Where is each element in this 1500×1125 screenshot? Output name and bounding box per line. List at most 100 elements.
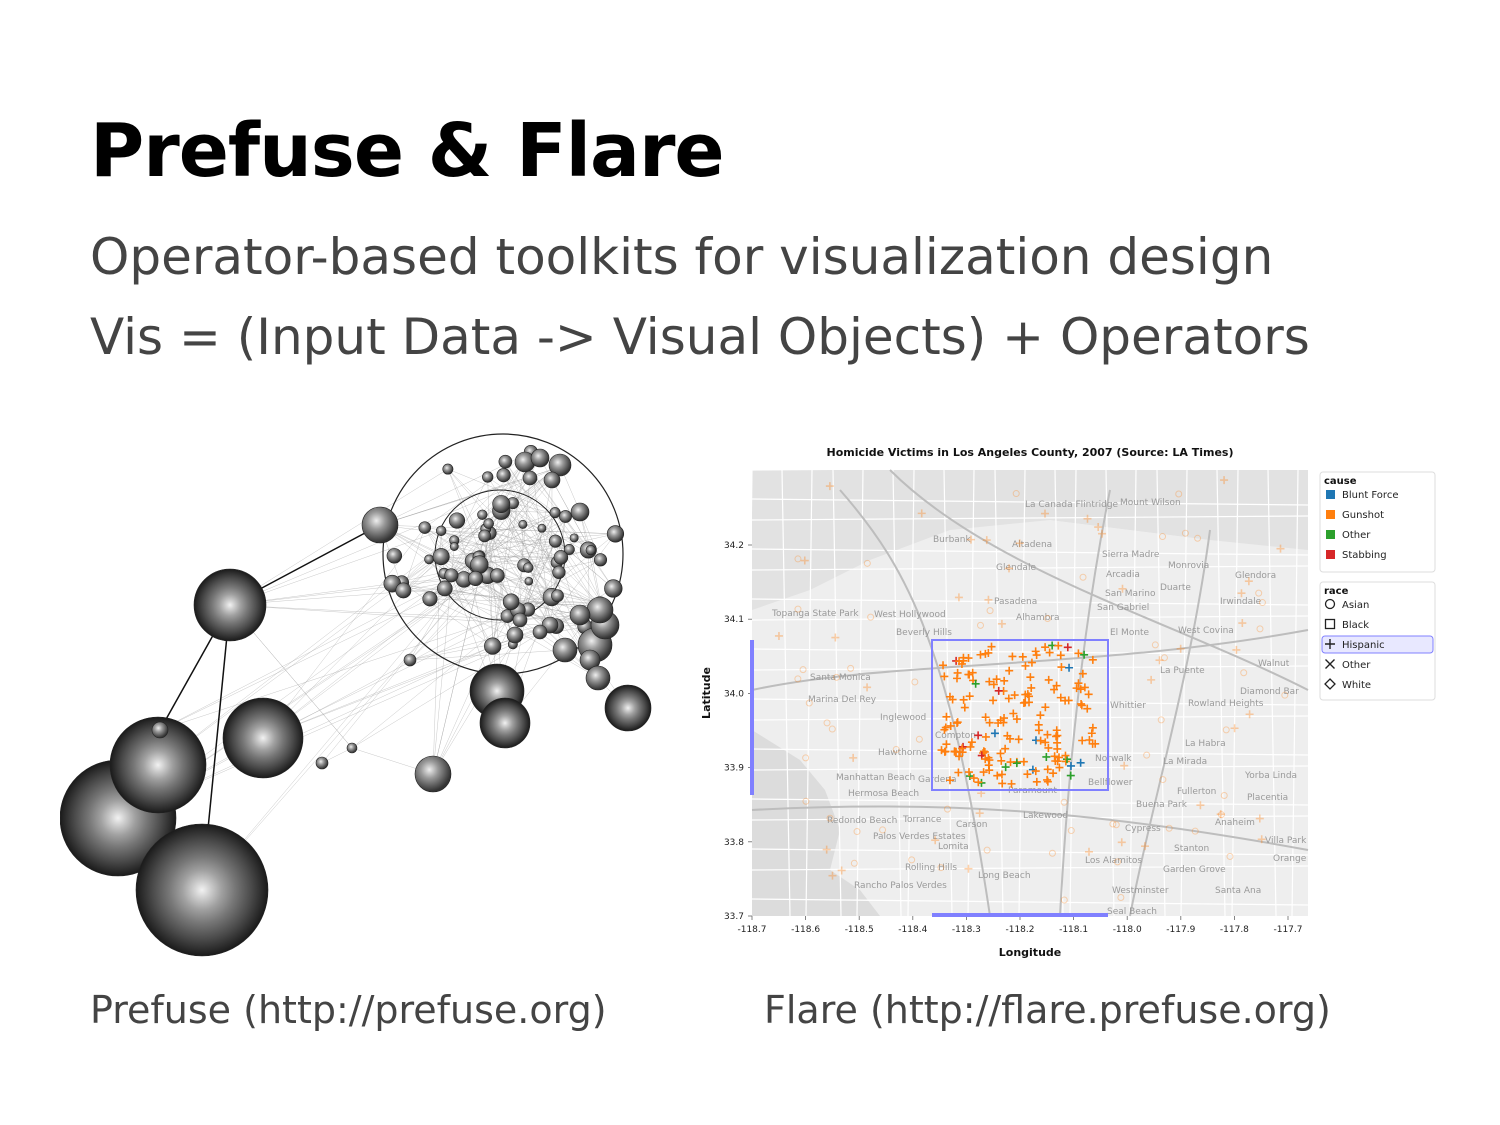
graph-node: [586, 596, 614, 624]
map-place-label: Los Alamitos: [1085, 856, 1142, 866]
map-place-label: Yorba Linda: [1244, 771, 1297, 781]
caption-flare: Flare (http://flare.prefuse.org): [764, 988, 1331, 1032]
map-place-label: Anaheim: [1215, 818, 1255, 828]
map-place-label: Garden Grove: [1163, 865, 1226, 875]
graph-node: [346, 742, 358, 754]
map-place-label: Santa Ana: [1215, 886, 1261, 896]
graph-node: [135, 823, 269, 957]
legend-swatch: [1326, 510, 1335, 519]
x-tick-label: -118.2: [1005, 925, 1034, 935]
graph-node: [518, 519, 528, 529]
x-tick-label: -118.7: [737, 925, 766, 935]
graph-node: [490, 568, 505, 583]
map-place-label: Villa Park: [1265, 836, 1307, 846]
subtitle-line-1: Operator-based toolkits for visualizatio…: [90, 228, 1274, 286]
map-place-label: Beverly Hills: [896, 628, 952, 638]
graph-node: [422, 591, 438, 607]
y-tick-label: 34.2: [724, 541, 744, 551]
y-axis-label: Latitude: [700, 667, 713, 719]
graph-node: [315, 756, 329, 770]
graph-node: [569, 604, 591, 626]
graph-node: [477, 509, 488, 520]
legend-race-title: race: [1324, 586, 1349, 597]
graph-node: [552, 565, 566, 579]
graph-node: [470, 555, 489, 574]
graph-node: [193, 568, 267, 642]
graph-node: [386, 548, 403, 564]
map-place-label: Alhambra: [1016, 613, 1060, 623]
graph-node: [553, 550, 569, 565]
map-place-label: Bellflower: [1088, 778, 1133, 788]
map-place-label: Cypress: [1125, 824, 1161, 834]
map-place-label: Monrovia: [1168, 561, 1209, 571]
graph-node: [482, 471, 494, 483]
graph-node: [222, 697, 304, 779]
legend-cause: cause Blunt Force Gunshot Other Stabbing: [1319, 471, 1436, 573]
graph-node: [424, 554, 434, 565]
graph-nodes: [59, 444, 652, 957]
legend-swatch: [1326, 550, 1335, 559]
prefuse-graph-figure: [59, 420, 660, 960]
subtitle-line-2: Vis = (Input Data -> Visual Objects) + O…: [90, 308, 1310, 366]
slide: Prefuse & Flare Operator-based toolkits …: [0, 0, 1500, 1125]
map-place-label: La Mirada: [1163, 757, 1207, 767]
graph-edge: [229, 468, 449, 606]
y-tick-label: 33.8: [724, 838, 744, 848]
y-tick-label: 34.0: [724, 689, 744, 699]
graph-node: [585, 665, 611, 691]
legend-race-label: Hispanic: [1342, 640, 1385, 651]
map-place-label: La Canada Flintridge: [1025, 500, 1119, 510]
map-place-label: Manhattan Beach: [836, 773, 915, 783]
x-tick-label: -118.0: [1113, 925, 1142, 935]
graph-node: [548, 534, 562, 548]
legend-race-label: Asian: [1342, 600, 1369, 611]
graph-node: [492, 495, 511, 513]
graph-node: [604, 579, 623, 598]
prefuse-graph-image: [59, 433, 652, 957]
legend-race: race Asian Black Hispanic Other White: [1319, 581, 1436, 701]
map-place-label: Buena Park: [1136, 800, 1188, 810]
graph-node: [570, 502, 590, 522]
x-range-slider[interactable]: [932, 913, 1108, 917]
map-place-label: Diamond Bar: [1240, 687, 1299, 697]
graph-node: [522, 470, 538, 486]
map-place-label: Rolling Hills: [905, 863, 957, 873]
y-tick-label: 34.1: [724, 615, 744, 625]
flare-scatter-chart: Homicide Victims in Los Angeles County, …: [700, 446, 1436, 959]
map-place-label: West Hollywood: [874, 610, 946, 620]
graph-node: [442, 463, 454, 475]
legend-race-label: Other: [1342, 660, 1371, 671]
x-tick-label: -118.3: [952, 925, 981, 935]
graph-node: [418, 521, 432, 534]
x-tick-label: -118.5: [845, 925, 874, 935]
legend-cause-label: Gunshot: [1342, 510, 1384, 521]
graph-edge: [157, 510, 502, 766]
graph-node: [532, 624, 548, 640]
graph-node: [524, 576, 534, 586]
map-place-label: Whittier: [1110, 701, 1146, 711]
graph-node: [551, 589, 564, 603]
y-range-slider[interactable]: [750, 640, 754, 795]
graph-node: [449, 542, 459, 551]
graph-node: [552, 637, 578, 663]
graph-node: [593, 553, 608, 567]
map-place-label: Fullerton: [1177, 787, 1216, 797]
map-place-label: Placentia: [1247, 793, 1288, 803]
map-place-label: Burbank: [933, 535, 972, 545]
legend-swatch: [1326, 530, 1335, 539]
map-place-label: Norwalk: [1095, 754, 1132, 764]
graph-node: [549, 507, 561, 519]
graph-node: [496, 468, 511, 483]
slide-title: Prefuse & Flare: [90, 108, 725, 194]
graph-node: [395, 582, 412, 599]
x-tick-label: -117.7: [1273, 925, 1302, 935]
map-place-label: Hawthorne: [878, 748, 928, 758]
map-place-label: Santa Monica: [810, 673, 871, 683]
y-tick-label: 33.9: [724, 764, 744, 774]
graph-node: [506, 626, 524, 644]
map-place-label: Irwindale: [1220, 597, 1262, 607]
x-axis-label: Longitude: [999, 946, 1061, 959]
graph-node: [606, 525, 625, 543]
graph-node: [585, 545, 596, 556]
graph-node: [543, 471, 561, 489]
